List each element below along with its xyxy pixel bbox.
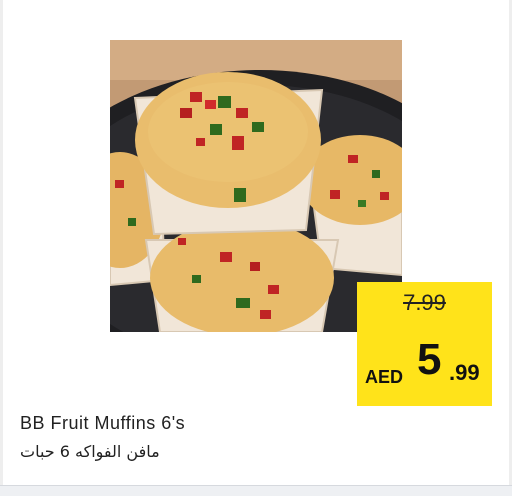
new-price-main: 5 — [417, 335, 442, 384]
card-bottom-divider — [0, 485, 512, 496]
currency-label: AED — [365, 367, 404, 387]
muffin-center — [133, 72, 324, 236]
product-name-english[interactable]: BB Fruit Muffins 6's — [20, 413, 185, 434]
old-price: 7.99 — [403, 290, 446, 315]
new-price-decimal: .99 — [449, 360, 480, 385]
product-card[interactable]: 7.99 AED 5 .99 BB Fruit Muffins 6's مافن… — [0, 0, 512, 496]
product-name-arabic: مافن الفواكه 6 حبات — [20, 442, 160, 461]
price-tag: 7.99 AED 5 .99 — [357, 282, 492, 406]
card-left-border — [0, 0, 3, 486]
